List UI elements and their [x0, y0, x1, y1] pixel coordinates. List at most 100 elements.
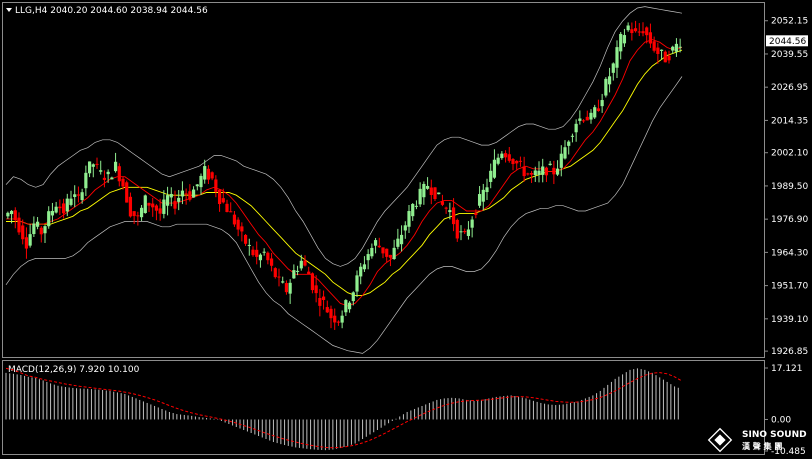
- candle-body: [221, 198, 225, 203]
- candle-body: [492, 159, 497, 178]
- candle-body: [154, 205, 159, 211]
- candle-body: [593, 107, 597, 118]
- candle-body: [585, 116, 589, 121]
- macd-tick-label: 17.121: [771, 364, 803, 374]
- candle: [125, 180, 129, 203]
- candle-body: [581, 120, 586, 122]
- candle-body: [567, 141, 571, 146]
- candle-body: [648, 32, 653, 44]
- candle-body: [28, 234, 32, 246]
- candle-body: [106, 171, 110, 175]
- candle-body: [596, 108, 601, 112]
- candle-body: [466, 229, 471, 236]
- candle-body: [307, 271, 311, 275]
- candle-body: [251, 249, 255, 256]
- current-price-marker: 2044.56: [766, 35, 808, 47]
- candle-body: [99, 170, 103, 172]
- macd-label: MACD(12,26,9) 7.920 10.100: [8, 365, 140, 375]
- candle-body: [448, 210, 452, 213]
- candle-body: [674, 43, 679, 52]
- candle-body: [321, 296, 326, 300]
- candle-body: [641, 31, 645, 34]
- candle-body: [73, 194, 77, 197]
- candle-body: [544, 167, 549, 176]
- candle-body: [273, 268, 277, 278]
- candle-body: [87, 161, 92, 174]
- candle-body: [203, 166, 207, 180]
- candle-body: [110, 177, 114, 180]
- candle-body: [195, 184, 199, 187]
- candle-body: [541, 166, 545, 175]
- candle-body: [128, 196, 133, 217]
- candle-body: [537, 170, 541, 175]
- candle-body: [336, 321, 341, 323]
- price-tick-label: 2002.10: [771, 149, 808, 159]
- candle-body: [515, 160, 519, 164]
- candle-body: [574, 123, 578, 133]
- candle-body: [474, 212, 478, 215]
- candle-body: [184, 193, 188, 195]
- candle-body: [117, 166, 121, 182]
- candle-body: [578, 118, 582, 121]
- candle-body: [214, 179, 218, 192]
- candle-body: [54, 206, 58, 213]
- candle-body: [132, 211, 136, 217]
- candle-body: [158, 208, 162, 214]
- price-tick-label: 2052.15: [771, 17, 808, 27]
- candle-body: [236, 219, 240, 230]
- watermark-subtitle: 漢 聲 集 團: [742, 441, 782, 451]
- candle-body: [555, 168, 560, 175]
- candle-body: [359, 266, 363, 277]
- candle-body: [318, 297, 322, 306]
- candle-body: [347, 302, 352, 310]
- trading-chart: LLG,H4 2040.20 2044.60 2038.94 2044.56 2…: [0, 0, 812, 459]
- candle-body: [136, 215, 140, 217]
- candle-body: [570, 135, 575, 137]
- candle-body: [407, 211, 411, 227]
- candle-body: [243, 234, 248, 244]
- candle-body: [370, 247, 374, 257]
- candle-body: [611, 63, 615, 73]
- candle-body: [470, 219, 474, 228]
- candle-body: [258, 254, 263, 261]
- candle-body: [281, 281, 285, 283]
- candle-body: [58, 206, 62, 209]
- candle-body: [162, 199, 166, 214]
- candle-body: [633, 28, 638, 32]
- candle-body: [444, 207, 448, 209]
- candle-body: [32, 223, 36, 235]
- candle-body: [91, 164, 95, 167]
- candle-body: [607, 76, 612, 85]
- candle-body: [102, 177, 107, 180]
- candle: [437, 192, 441, 195]
- price-tick-label: 1964.30: [771, 248, 808, 258]
- candle-body: [262, 251, 266, 253]
- candle-body: [526, 173, 530, 175]
- macd-tick-label: 0.00: [771, 415, 791, 425]
- candle-body: [21, 225, 25, 240]
- candle-body: [433, 187, 437, 200]
- candle-body: [95, 163, 99, 165]
- candle-body: [310, 273, 315, 291]
- candle-body: [373, 240, 378, 246]
- candle-body: [678, 46, 682, 48]
- candle-body: [429, 187, 433, 195]
- candle-body: [217, 189, 222, 205]
- candle-body: [451, 207, 456, 225]
- candle-body: [663, 51, 667, 63]
- candle-body: [533, 170, 537, 176]
- candle-body: [615, 47, 619, 68]
- candle-body: [225, 203, 229, 212]
- candle-body: [303, 260, 307, 266]
- candle-body: [299, 260, 303, 269]
- candle-body: [366, 254, 370, 261]
- candle-body: [240, 226, 244, 232]
- candle-body: [388, 254, 393, 258]
- candle-body: [288, 282, 292, 294]
- candle-body: [35, 221, 40, 227]
- candle-body: [165, 195, 170, 206]
- candle-body: [266, 252, 270, 261]
- candle: [663, 50, 667, 63]
- candle-body: [340, 315, 344, 323]
- candle-body: [6, 212, 10, 217]
